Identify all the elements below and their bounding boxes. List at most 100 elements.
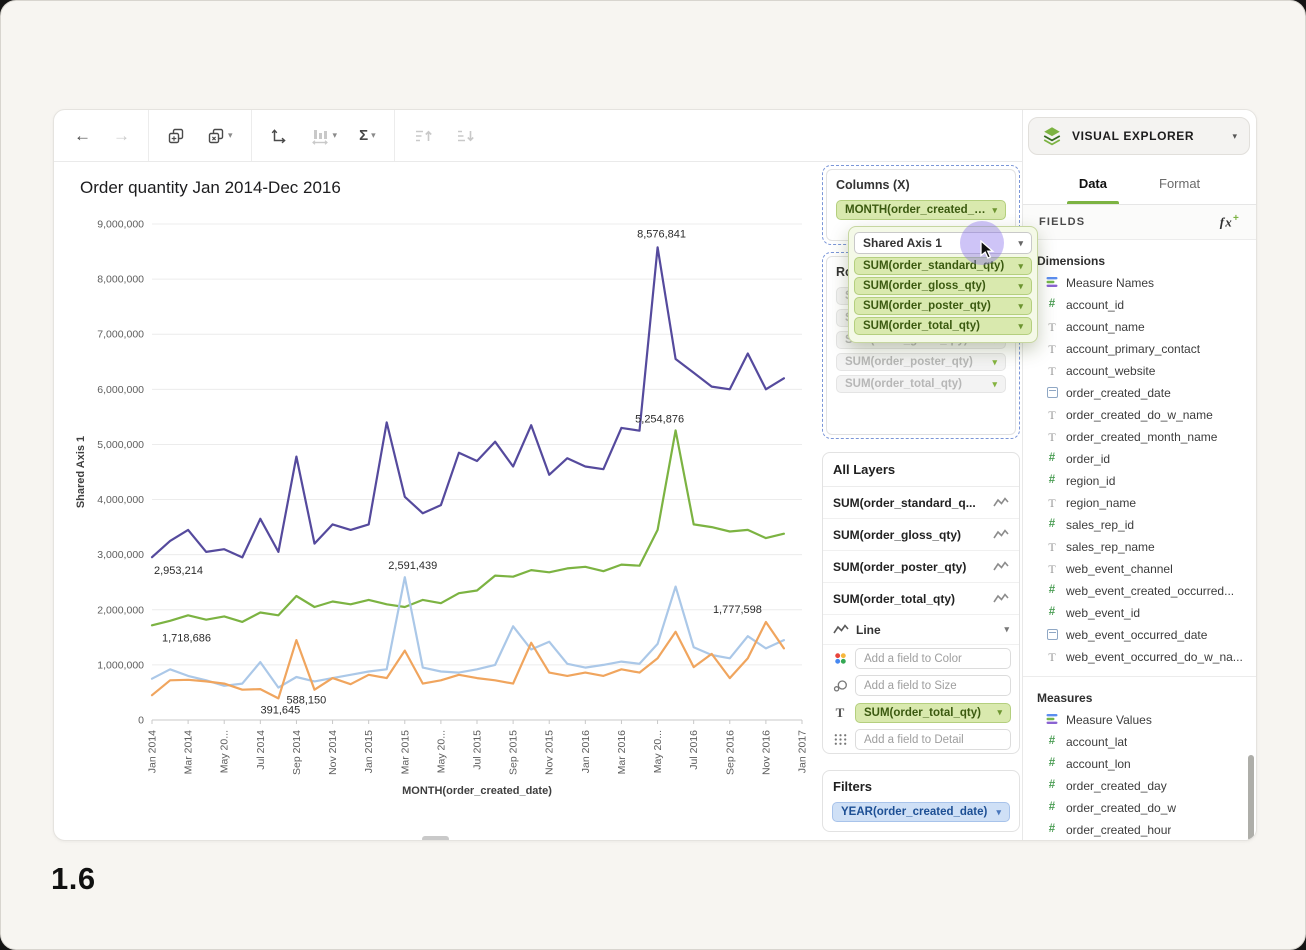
field-label: order_created_date (1066, 386, 1171, 400)
field-item[interactable]: #account_lon (1023, 753, 1256, 775)
field-item[interactable]: #account_id (1023, 294, 1256, 316)
layer-row[interactable]: SUM(order_gloss_qty) (823, 519, 1019, 551)
back-button[interactable]: ← (68, 120, 97, 152)
swap-axes-button[interactable] (264, 120, 294, 152)
chevron-down-icon: ▾ (371, 131, 376, 140)
line-mark-icon (993, 561, 1009, 572)
chevron-down-icon: ▾ (1018, 262, 1023, 271)
field-label: account_name (1066, 320, 1145, 334)
tab-format[interactable]: Format (1155, 162, 1204, 204)
sort-ascending-button[interactable] (407, 120, 439, 152)
field-item[interactable]: #order_created_day (1023, 775, 1256, 797)
text-type-icon: T (1045, 431, 1059, 443)
number-type-icon: # (1045, 299, 1059, 311)
columns-field-pill[interactable]: MONTH(order_created_da... ▾ (836, 200, 1006, 220)
size-field-input[interactable]: Add a field to Size (855, 675, 1011, 696)
x-tick-label: Jan 2015 (363, 730, 375, 773)
field-item[interactable]: web_event_occurred_date (1023, 624, 1256, 646)
line-chart[interactable]: 01,000,0002,000,0003,000,0004,000,0005,0… (68, 162, 820, 841)
field-label: account_primary_contact (1066, 342, 1200, 356)
series-line[interactable] (152, 430, 784, 625)
layer-label: SUM(order_total_qty) (833, 592, 955, 606)
sort-ascending-icon (413, 128, 433, 144)
field-item[interactable]: Torder_created_do_w_name (1023, 404, 1256, 426)
number-type-icon: # (1045, 780, 1059, 792)
number-type-icon: # (1045, 607, 1059, 619)
duplicate-icon (167, 127, 185, 145)
color-field-input[interactable]: Add a field to Color (855, 648, 1011, 669)
field-item[interactable]: Tregion_name (1023, 492, 1256, 514)
shared-axis-select[interactable]: Shared Axis 1 ▾ (854, 232, 1032, 254)
y-tick-label: 5,000,000 (97, 439, 144, 451)
mark-type-select[interactable]: Line ▾ (823, 615, 1019, 645)
chart-horizontal-scrollbar[interactable] (422, 836, 449, 841)
page-number: 1.6 (51, 861, 96, 897)
remove-duplicate-button[interactable]: ▾ (201, 120, 239, 152)
field-item[interactable]: Taccount_website (1023, 360, 1256, 382)
layer-row[interactable]: SUM(order_standard_q... (823, 487, 1019, 519)
field-item[interactable]: #order_id (1023, 448, 1256, 470)
sidebar-scrollbar[interactable] (1248, 755, 1254, 841)
y-tick-label: 7,000,000 (97, 329, 144, 341)
visual-explorer-logo (1041, 125, 1063, 147)
field-item[interactable]: Tweb_event_occurred_do_w_na... (1023, 646, 1256, 668)
text-field-pill[interactable]: SUM(order_total_qty) ▾ (855, 703, 1011, 723)
field-item[interactable]: Tweb_event_channel (1023, 558, 1256, 580)
field-item[interactable]: #sales_rep_id (1023, 514, 1256, 536)
tab-data[interactable]: Data (1075, 162, 1111, 204)
field-item[interactable]: Torder_created_month_name (1023, 426, 1256, 448)
filter-field-pill[interactable]: YEAR(order_created_date) ▾ (832, 802, 1010, 822)
data-label: 1,777,598 (713, 604, 762, 616)
y-tick-label: 0 (138, 715, 144, 727)
popup-field-pill[interactable]: SUM(order_gloss_qty)▾ (854, 277, 1032, 295)
field-item[interactable]: order_created_date (1023, 382, 1256, 404)
field-item[interactable]: Taccount_primary_contact (1023, 338, 1256, 360)
x-tick-label: Sep 2014 (291, 730, 303, 775)
popup-field-pill[interactable]: SUM(order_poster_qty)▾ (854, 297, 1032, 315)
sort-descending-button[interactable] (449, 120, 481, 152)
field-label: account_lat (1066, 735, 1127, 749)
field-label: order_created_do_w (1066, 801, 1176, 815)
popup-field-label: SUM(order_poster_qty) (863, 300, 1012, 312)
field-item[interactable]: Measure Names (1023, 272, 1256, 294)
add-calculated-field-button[interactable]: fx+ (1220, 213, 1240, 230)
field-item[interactable]: Taccount_name (1023, 316, 1256, 338)
popup-field-pill[interactable]: SUM(order_standard_qty)▾ (854, 257, 1032, 275)
series-line[interactable] (152, 577, 784, 687)
field-item[interactable]: #web_event_created_occurred... (1023, 580, 1256, 602)
aggregate-button[interactable]: Σ ▾ (353, 120, 382, 152)
fields-header: FIELDS fx+ (1023, 205, 1256, 240)
layer-row[interactable]: SUM(order_total_qty) (823, 583, 1019, 615)
field-item[interactable]: #order_created_hour (1023, 819, 1256, 840)
text-shelf: T SUM(order_total_qty) ▾ (823, 699, 1019, 726)
filters-panel: Filters YEAR(order_created_date) ▾ (822, 770, 1020, 832)
shared-axis-fields: SUM(order_standard_qty)▾ SUM(order_gloss_… (854, 257, 1032, 335)
field-item[interactable]: # account_lat (1023, 731, 1256, 753)
measures-list: Measure Values#account_lat#account_lon#o… (1023, 709, 1256, 840)
detail-field-input[interactable]: Add a field to Detail (855, 729, 1011, 750)
resize-bars-button[interactable]: ▾ (304, 120, 344, 152)
field-item[interactable]: #region_id (1023, 470, 1256, 492)
series-line[interactable] (152, 247, 784, 557)
number-type-icon: # (1045, 519, 1059, 531)
number-type-icon: # (1045, 824, 1059, 836)
data-label: 1,718,686 (162, 632, 211, 644)
forward-icon: → (113, 127, 130, 144)
popup-field-pill[interactable]: SUM(order_total_qty)▾ (854, 317, 1032, 335)
resize-bars-icon (310, 127, 330, 145)
layer-row[interactable]: SUM(order_poster_qty) (823, 551, 1019, 583)
number-type-icon: # (1045, 736, 1059, 748)
dimensions-title: Dimensions (1023, 248, 1256, 272)
field-item[interactable]: Measure Values (1023, 709, 1256, 731)
forward-button[interactable]: → (107, 120, 136, 152)
visual-explorer-button[interactable]: VISUAL EXPLORER ▾ (1028, 117, 1250, 155)
page: ← → ▾ ▾ (0, 0, 1306, 950)
rows-field-pill[interactable]: SUM(order_poster_qty)▾ (836, 353, 1006, 371)
field-item[interactable]: Tsales_rep_name (1023, 536, 1256, 558)
duplicate-button[interactable] (161, 120, 191, 152)
field-item[interactable]: #web_event_id (1023, 602, 1256, 624)
field-item[interactable]: #order_created_do_w (1023, 797, 1256, 819)
columns-field-label: MONTH(order_created_da... (845, 204, 986, 216)
x-tick-label: Mar 2015 (399, 730, 411, 775)
rows-field-pill[interactable]: SUM(order_total_qty)▾ (836, 375, 1006, 393)
